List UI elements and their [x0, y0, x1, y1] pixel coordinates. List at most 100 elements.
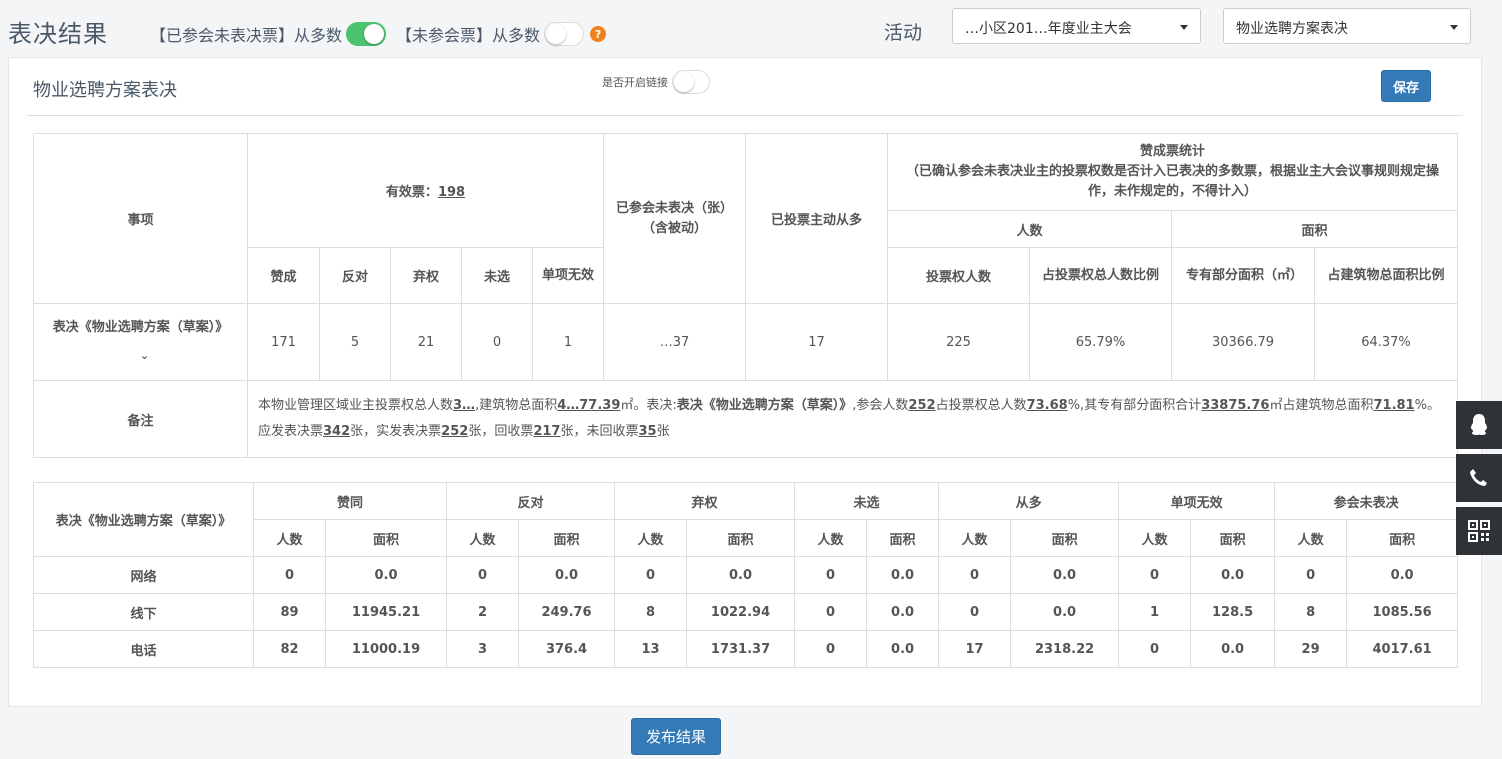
col-approve-stats: 赞成票统计 （已确认参会未表决业主的投票权数是否计入已表决的多数票，根据业主大会… [886, 133, 1459, 211]
sub-oppose: 反对 [319, 247, 391, 304]
sub-area: 面积 [686, 519, 796, 557]
cell-people: 0 [1118, 630, 1192, 668]
caret-down-icon [1180, 25, 1188, 30]
toggle-absent-follow-majority[interactable] [544, 22, 585, 46]
cell-people: 89 [253, 593, 326, 631]
valid-label: 有效票： [385, 185, 438, 200]
cell-people: 3 [446, 630, 520, 668]
cell-area: 0.0 [866, 556, 940, 594]
row-item[interactable]: 表决《物业选聘方案（草案）》 ⌄ [33, 303, 248, 381]
remark-text: 本物业管理区域业主投票权总人数3…,建筑物总面积4…77.39㎡。表决:表决《物… [246, 380, 1459, 458]
phone-icon[interactable] [1456, 454, 1502, 502]
remark-part: %,其专有部分面积合计 [1067, 398, 1202, 413]
remark-value: 3… [453, 398, 476, 413]
remark-part: 本物业管理区域业主投票权总人数 [258, 398, 454, 413]
toggle-absent-group: 【未参会票】从多数 ? [396, 22, 607, 46]
link-toggle-group: 是否开启链接 [602, 70, 710, 94]
table-row: 网络 0 0.0 0 0.0 0 0.0 0 0.0 0 0.0 0 0.0 0 0.0 [33, 556, 1459, 594]
link-toggle-label: 是否开启链接 [602, 76, 668, 89]
chevron-down-icon[interactable]: ⌄ [140, 342, 149, 370]
caret-down-icon [1450, 25, 1458, 30]
cell-people: 1 [1118, 593, 1192, 631]
toggle-knob [364, 24, 385, 44]
cell-approve: 171 [247, 303, 320, 381]
cell-people: 2 [446, 593, 520, 631]
cell-voted-follow: 17 [745, 303, 888, 381]
cell-attended-not-voted: …37 [603, 303, 746, 381]
save-button[interactable]: 保存 [1381, 70, 1431, 102]
valid-count-link[interactable]: 198 [438, 185, 465, 200]
group-header: 赞同 [252, 482, 448, 520]
cell-area: 0.0 [686, 556, 796, 594]
side-toolbar [1456, 401, 1502, 560]
cell-people: 82 [253, 630, 326, 668]
help-icon[interactable]: ? [590, 26, 607, 42]
cell-area: 0.0 [1190, 630, 1276, 668]
detail-table: 表决《物业选聘方案（草案）》 赞同 反对 弃权 未选 从多 单项无效 参会未表决… [33, 482, 1459, 668]
toggle-knob [546, 24, 567, 44]
remark-part: ,参会人数 [852, 398, 909, 413]
remark-part: 张，实发表决票 [350, 424, 442, 439]
row-label: 网络 [33, 556, 254, 594]
table-row: 电话 82 11000.19 3 376.4 13 1731.37 0 0.0 17 2318.22… [33, 630, 1459, 668]
toggle-attended-group: 【已参会未表决票】从多数 [150, 22, 387, 46]
cell-people: 0 [1118, 556, 1192, 594]
panel-title: 物业选聘方案表决 [33, 80, 177, 101]
table-row: 线下 89 11945.21 2 249.76 8 1022.94 0 0.0 0 0.0 1 128.… [33, 593, 1459, 631]
sub-area: 面积 [518, 519, 616, 557]
approve-stats-note: （已确认参会未表决业主的投票权数是否计入已表决的多数票，根据业主大会议事规则规定… [906, 164, 1440, 199]
vote-select[interactable]: 物业选聘方案表决 [1223, 8, 1471, 44]
remark-value: 73.68 [1026, 398, 1068, 413]
cell-area: 376.4 [518, 630, 616, 668]
publish-result-button[interactable]: 发布结果 [631, 718, 721, 755]
group-header: 未选 [794, 482, 940, 520]
toggle-attended-follow-majority[interactable] [346, 22, 387, 46]
sub-people: 人数 [1118, 519, 1192, 557]
cell-people: 8 [614, 593, 688, 631]
vote-select-value: 物业选聘方案表决 [1236, 21, 1348, 37]
remark-label: 备注 [33, 380, 248, 458]
link-toggle[interactable] [672, 70, 710, 94]
table-row: 表决《物业选聘方案（草案）》⌄ 171 5 21 0 1 …37 17 225 … [33, 303, 1459, 381]
cell-people: 0 [614, 556, 688, 594]
cell-area: 0.0 [1010, 556, 1120, 594]
cell-people: 0 [1274, 556, 1348, 594]
row-item-label: 表决《物业选聘方案（草案）》 [52, 320, 229, 335]
sub-people: 人数 [794, 519, 868, 557]
cell-area: 0.0 [518, 556, 616, 594]
cell-area: 0.0 [324, 556, 448, 594]
sub-area: 面积 [1190, 519, 1276, 557]
cell-people: 0 [938, 593, 1012, 631]
toggle-knob [674, 72, 694, 92]
group-header: 弃权 [614, 482, 796, 520]
sub-area-ratio: 占建筑物总面积比例 [1313, 247, 1459, 304]
row-label: 电话 [33, 630, 254, 668]
remark-part: ㎡。表决: [620, 398, 677, 413]
divider [27, 115, 1463, 116]
remark-part: 张，回收票 [468, 424, 534, 439]
qq-icon[interactable] [1456, 401, 1502, 449]
toggle-attended-label: 【已参会未表决票】从多数 [150, 26, 343, 45]
remark-row: 备注 本物业管理区域业主投票权总人数3…,建筑物总面积4…77.39㎡。表决:表… [33, 380, 1459, 458]
cell-area: 11000.19 [324, 630, 448, 668]
sub-area: 面积 [324, 519, 448, 557]
cell-people: 0 [794, 593, 868, 631]
sub-unselected: 未选 [461, 247, 533, 304]
top-bar: 表决结果 【已参会未表决票】从多数 【未参会票】从多数 ? 活动 …小区201…… [0, 0, 1502, 58]
cell-area: 4017.61 [1346, 630, 1459, 668]
cell-people: 13 [614, 630, 688, 668]
activity-select[interactable]: …小区201…年度业主大会 [952, 8, 1201, 44]
sub-abstain: 弃权 [390, 247, 462, 304]
group-header: 从多 [938, 482, 1120, 520]
sub-invalid: 单项无效 [532, 247, 604, 304]
cell-area: 0.0 [1010, 593, 1120, 631]
cell-voters: 225 [887, 303, 1030, 381]
page-title: 表决结果 [8, 20, 108, 48]
row-label: 线下 [33, 593, 254, 631]
qrcode-icon[interactable] [1456, 507, 1502, 555]
sub-area: 面积 [1010, 519, 1120, 557]
sub-people: 人数 [938, 519, 1012, 557]
detail-row-header: 表决《物业选聘方案（草案）》 [33, 482, 254, 557]
sub-area: 面积 [866, 519, 940, 557]
sub-voters-ratio: 占投票权总人数比例 [1029, 247, 1172, 304]
